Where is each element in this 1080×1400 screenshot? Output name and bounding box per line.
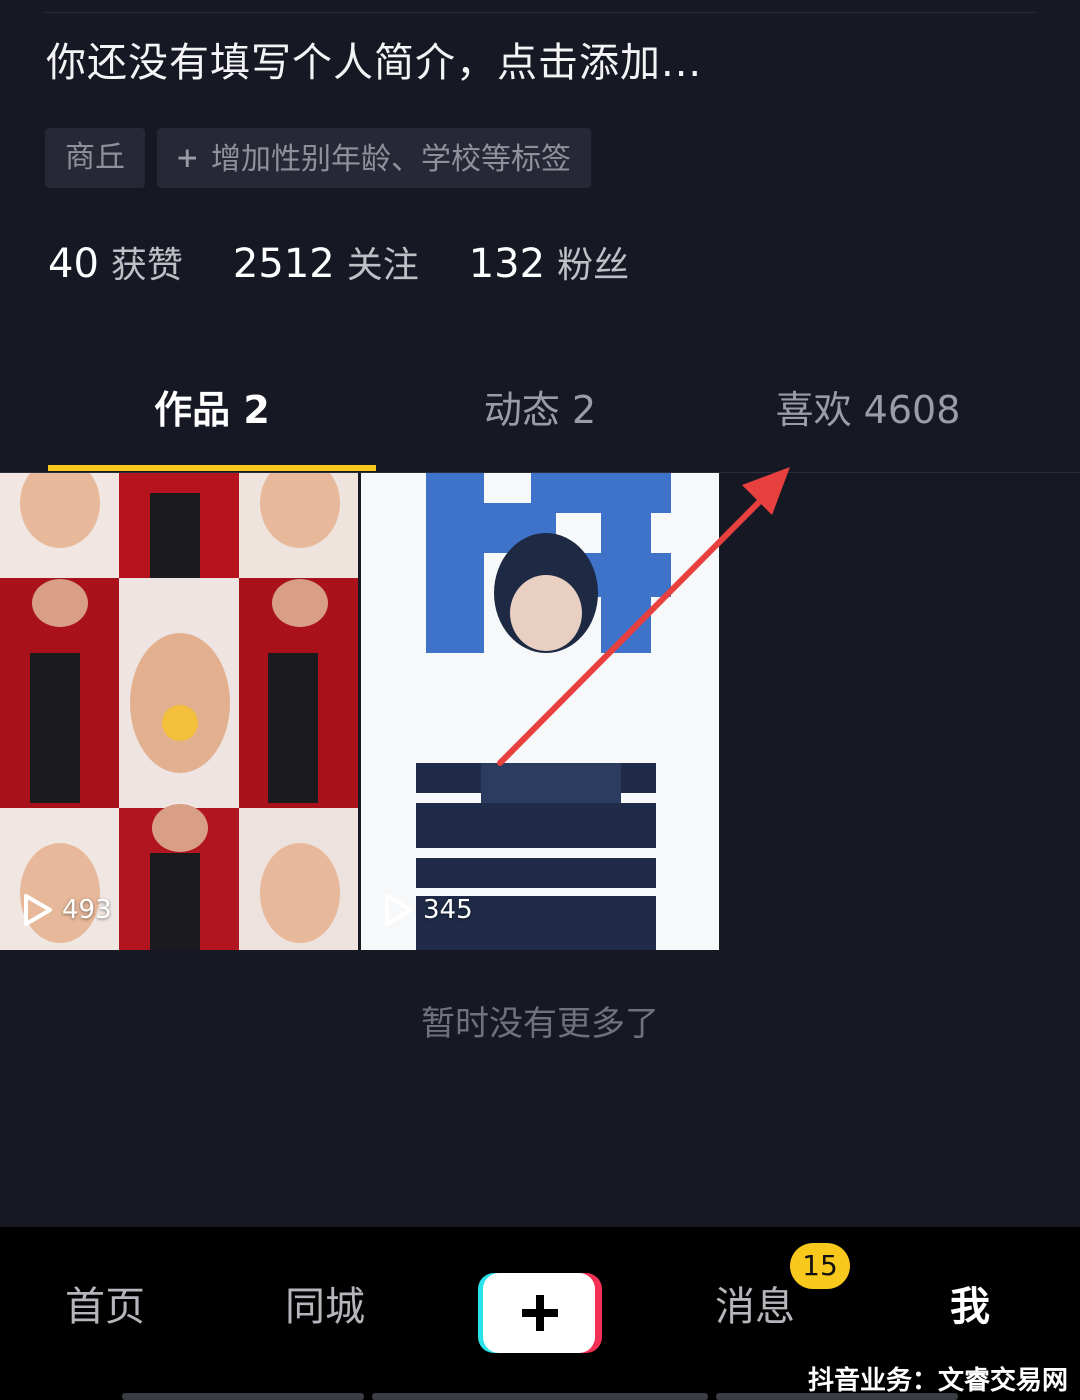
tab-posts[interactable]: 动态 2: [376, 380, 704, 440]
stat-likes-label: 获赞: [110, 245, 183, 286]
stat-following-label: 关注: [346, 245, 419, 286]
profile-stats: 40 获赞 2512 关注 132 粉丝: [48, 236, 629, 288]
nav-nearby[interactable]: 同城: [260, 1277, 390, 1337]
stat-followers-value: 132: [468, 241, 546, 287]
video-thumbnail[interactable]: 493: [0, 473, 358, 950]
video-thumbnail-image: [0, 473, 358, 950]
no-more-content: 暂时没有更多了: [421, 1004, 659, 1044]
create-video-button[interactable]: [478, 1273, 602, 1353]
tab-works[interactable]: 作品 2: [48, 380, 376, 440]
location-tag[interactable]: 商丘: [45, 128, 145, 188]
play-icon: [385, 894, 413, 926]
watermark-text: 抖音业务：文睿交易网: [807, 1366, 1068, 1396]
gesture-bar-segment: [372, 1393, 708, 1400]
stat-following[interactable]: 2512 关注: [233, 236, 419, 288]
play-count: 493: [20, 892, 112, 928]
annotation-arrow: [497, 467, 790, 766]
add-tags-label: 增加性别年龄、学校等标签: [211, 142, 572, 177]
play-count-value: 493: [62, 895, 112, 925]
play-icon: [24, 894, 52, 926]
stat-likes-value: 40: [48, 241, 99, 287]
stat-following-value: 2512: [232, 241, 335, 287]
play-count-value: 345: [423, 895, 473, 925]
gesture-bar-segment: [122, 1393, 364, 1400]
add-tags-button[interactable]: + 增加性别年龄、学校等标签: [157, 128, 592, 188]
top-divider: [45, 12, 1035, 13]
tab-likes[interactable]: 喜欢 4608: [704, 380, 1032, 440]
location-tag-label: 商丘: [65, 140, 125, 175]
profile-tags: 商丘 + 增加性别年龄、学校等标签: [45, 128, 592, 188]
stat-followers-label: 粉丝: [557, 245, 630, 286]
plus-icon: +: [177, 138, 198, 178]
profile-bio[interactable]: 你还没有填写个人简介，点击添加...: [46, 30, 702, 88]
nav-home[interactable]: 首页: [40, 1277, 170, 1337]
plus-icon: [478, 1273, 602, 1353]
gesture-bar-segment: [716, 1393, 958, 1400]
stat-followers[interactable]: 132 粉丝: [469, 236, 629, 288]
active-tab-indicator: [48, 465, 376, 471]
stat-likes[interactable]: 40 获赞: [48, 236, 183, 288]
nav-messages[interactable]: 消息: [690, 1277, 820, 1337]
play-count: 345: [381, 892, 473, 928]
nav-me[interactable]: 我: [910, 1277, 1030, 1337]
messages-badge: 15: [790, 1243, 850, 1289]
